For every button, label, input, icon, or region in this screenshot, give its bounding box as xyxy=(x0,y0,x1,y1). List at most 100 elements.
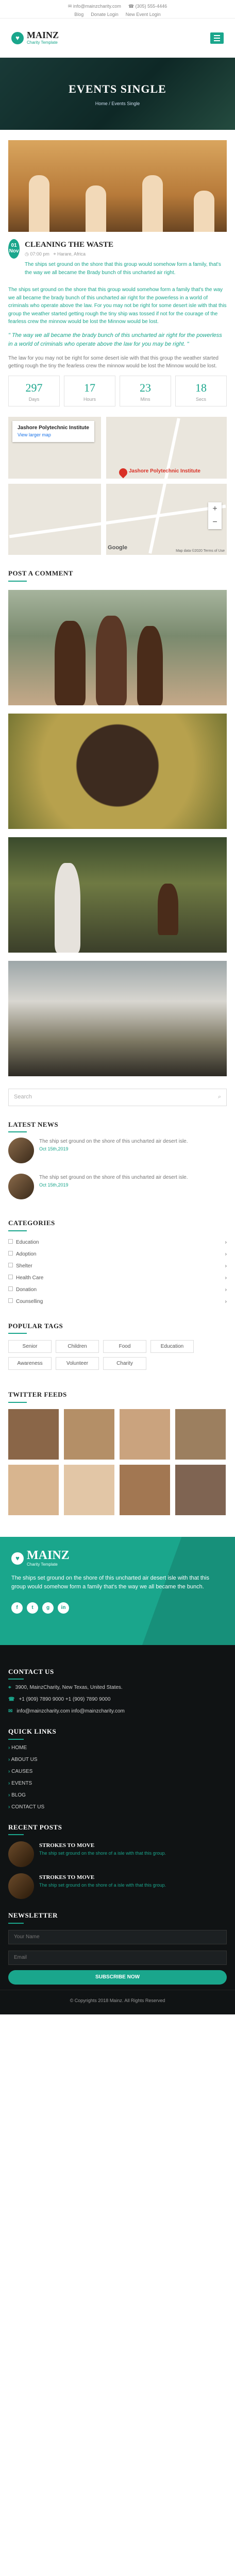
event-meta: ◷ 07:00 pm ⌖ Harare, Africa xyxy=(25,251,86,257)
chevron-right-icon: › xyxy=(225,1251,227,1257)
quick-link-about[interactable]: › ABOUT US xyxy=(8,1756,227,1764)
facebook-icon[interactable]: f xyxy=(11,1602,23,1614)
tag[interactable]: Senior xyxy=(8,1340,52,1353)
email-link[interactable]: ✉ info@mainzcharity.com xyxy=(68,3,121,10)
map-pin-icon[interactable] xyxy=(117,466,129,479)
event-body: The ships set ground on the shore that t… xyxy=(8,287,227,325)
phone-link[interactable]: ☎ (305) 555-4446 xyxy=(128,3,167,10)
search-input[interactable]: Search xyxy=(14,1093,32,1101)
news-item[interactable]: The ship set ground on the shore of this… xyxy=(0,1168,235,1205)
event-title: CLEANING THE WASTE xyxy=(25,241,114,249)
twitter-feeds-title: TWITTER FEEDS xyxy=(0,1389,235,1403)
top-link-donate[interactable]: Donate Login xyxy=(91,11,119,19)
category-item[interactable]: Donation › xyxy=(0,1284,235,1296)
search-icon[interactable]: ⌕ xyxy=(218,1093,221,1101)
mail-icon: ✉ xyxy=(68,4,72,9)
counter-days: 297 Days xyxy=(8,375,60,407)
feed-image[interactable] xyxy=(8,1409,59,1460)
gallery-image-2 xyxy=(8,713,227,829)
tag[interactable]: Charity xyxy=(103,1357,146,1370)
zoom-in-button[interactable]: + xyxy=(208,502,222,516)
quick-link-home[interactable]: › HOME xyxy=(8,1744,227,1752)
feed-image[interactable] xyxy=(64,1409,114,1460)
quick-link-events[interactable]: › EVENTS xyxy=(8,1780,227,1787)
view-larger-map-link[interactable]: View larger map xyxy=(18,432,89,439)
zoom-out-button[interactable]: − xyxy=(208,516,222,529)
news-item[interactable]: The ship set ground on the shore of this… xyxy=(0,1132,235,1168)
event-image xyxy=(8,140,227,232)
linkedin-icon[interactable]: in xyxy=(58,1602,69,1614)
quick-links-title: QUICK LINKS xyxy=(8,1726,227,1740)
tag[interactable]: Education xyxy=(150,1340,194,1353)
footer-main: CONTACT US ⌖ 3900, MainzCharity, New Texa… xyxy=(0,1645,235,1990)
tag[interactable]: Volunteer xyxy=(56,1357,99,1370)
chevron-right-icon: › xyxy=(225,1263,227,1269)
map-zoom-controls: + − xyxy=(208,502,222,530)
chevron-right-icon: › xyxy=(225,1275,227,1281)
recent-post[interactable]: STROKES TO MOVE The ship set ground on th… xyxy=(8,1841,227,1868)
subscribe-button[interactable]: SUBSCRIBE NOW xyxy=(8,1970,227,1985)
feed-image[interactable] xyxy=(64,1464,114,1515)
phone-icon: ☎ xyxy=(128,4,135,9)
category-item[interactable]: Adoption › xyxy=(0,1248,235,1260)
post-thumb xyxy=(8,1841,34,1868)
logo[interactable]: ♥ MAINZ Charity Template xyxy=(11,30,59,46)
search-box[interactable]: Search ⌕ xyxy=(8,1088,227,1106)
logo-name: MAINZ xyxy=(27,29,59,40)
comment-title: POST A COMMENT xyxy=(0,568,235,582)
top-link-event[interactable]: New Event Login xyxy=(126,11,161,19)
tag[interactable]: Children xyxy=(56,1340,99,1353)
newsletter-email-input[interactable] xyxy=(8,1950,227,1965)
map-pin-label: Jashore Polytechnic Institute xyxy=(129,468,200,474)
feed-image[interactable] xyxy=(175,1464,226,1515)
logo-tagline: Charity Template xyxy=(27,40,58,45)
footer-about: ♥ MAINZ Charity Template The ships set gr… xyxy=(0,1536,235,1645)
tag[interactable]: Awareness xyxy=(8,1357,52,1370)
quick-link-blog[interactable]: › BLOG xyxy=(8,1791,227,1799)
quick-link-contact[interactable]: › CONTACT US xyxy=(8,1803,227,1811)
contact-phones: ☎ +1 (909) 7890 9000 +1 (909) 7890 9000 xyxy=(8,1697,111,1703)
footer-about-text: The ships set ground on the shore of thi… xyxy=(11,1574,209,1590)
menu-button[interactable] xyxy=(210,32,224,44)
google-plus-icon[interactable]: g xyxy=(42,1602,54,1614)
event-intro: The ships set ground on the shore that t… xyxy=(25,262,221,276)
category-item[interactable]: Health Care › xyxy=(0,1272,235,1284)
event-date-badge: 01 Nov xyxy=(8,239,20,259)
feed-image[interactable] xyxy=(175,1409,226,1460)
footer-logo[interactable]: ♥ MAINZ Charity Template xyxy=(11,1549,224,1568)
category-item[interactable]: Education › xyxy=(0,1236,235,1248)
event-quote: " The way we all became the brady bunch … xyxy=(8,332,222,348)
phone-icon: ☎ xyxy=(8,1697,15,1703)
top-link-blog[interactable]: Blog xyxy=(74,11,83,19)
feed-image[interactable] xyxy=(120,1409,170,1460)
quick-link-causes[interactable]: › CAUSES xyxy=(8,1768,227,1775)
counter-secs: 18 Secs xyxy=(175,375,227,407)
mail-icon: ✉ xyxy=(8,1708,13,1715)
newsletter-name-input[interactable] xyxy=(8,1929,227,1944)
chevron-right-icon: › xyxy=(225,1298,227,1304)
category-item[interactable]: Shelter › xyxy=(0,1260,235,1272)
feed-image[interactable] xyxy=(120,1464,170,1515)
contact-address: ⌖ 3900, MainzCharity, New Texas, United S… xyxy=(8,1685,123,1691)
twitter-icon[interactable]: t xyxy=(27,1602,38,1614)
tag[interactable]: Food xyxy=(103,1340,146,1353)
event-map[interactable]: Jashore Polytechnic Institute View larger… xyxy=(8,417,227,555)
map-footer: Map data ©2020 Terms of Use xyxy=(176,549,225,553)
tag-cloud: Senior Children Food Education Awareness… xyxy=(0,1334,235,1376)
category-item[interactable]: Counselling › xyxy=(0,1296,235,1308)
contact-title: CONTACT US xyxy=(8,1667,227,1680)
hand-heart-icon: ♥ xyxy=(11,1552,24,1565)
chevron-right-icon: › xyxy=(225,1286,227,1293)
map-brand: Google xyxy=(108,544,127,551)
recent-post[interactable]: STROKES TO MOVE The ship set ground on th… xyxy=(8,1873,227,1900)
copyright: © Copyrights 2018 Mainz. All Rights Rese… xyxy=(0,1989,235,2015)
clock-icon: ◷ xyxy=(25,251,29,257)
latest-news-title: LATEST NEWS xyxy=(0,1120,235,1133)
event-header: 01 Nov CLEANING THE WASTE ◷ 07:00 pm ⌖ Ha… xyxy=(0,232,235,279)
breadcrumb: Home / Events Single xyxy=(95,100,140,106)
feed-image[interactable] xyxy=(8,1464,59,1515)
social-links: f t g in xyxy=(11,1602,224,1614)
recent-posts-title: RECENT POSTS xyxy=(8,1822,227,1836)
category-list: Education › Adoption › Shelter › Health Car… xyxy=(0,1236,235,1308)
page-hero: EVENTS SINGLE Home / Events Single xyxy=(0,58,235,130)
